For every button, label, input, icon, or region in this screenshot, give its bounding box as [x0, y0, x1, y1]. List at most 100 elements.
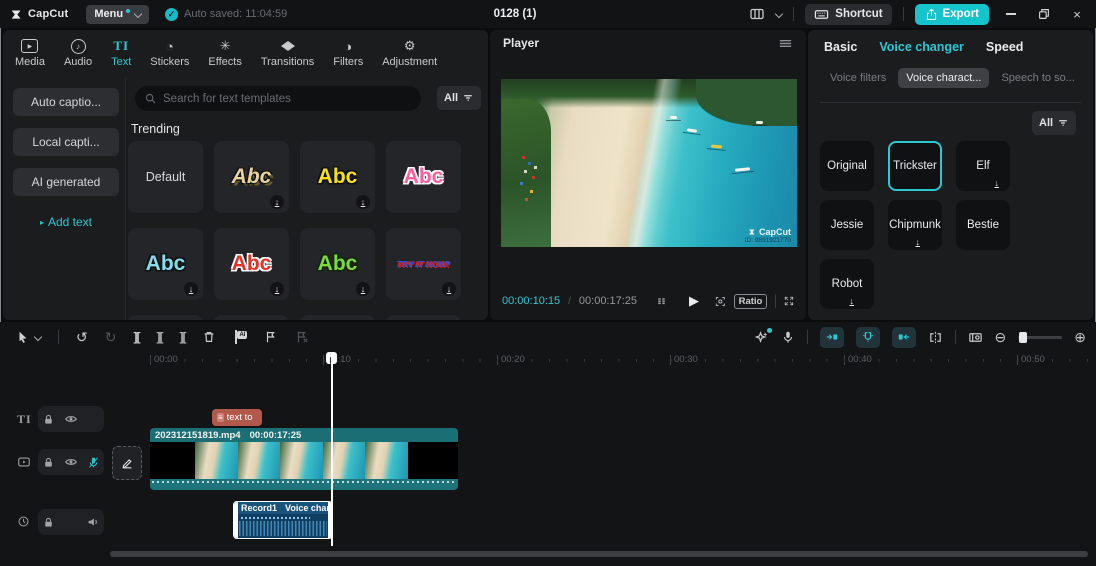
trim-right-icon[interactable]: ][ — [179, 330, 186, 344]
sidebar-item-local-captions[interactable]: Local capti... — [13, 128, 119, 156]
template-filter-all-button[interactable]: All — [437, 86, 482, 110]
marker-flag-icon[interactable] — [264, 330, 278, 344]
eye-icon[interactable] — [64, 412, 78, 426]
search-input[interactable] — [135, 86, 421, 111]
lock-icon[interactable] — [42, 413, 55, 426]
tab-basic[interactable]: Basic — [824, 40, 857, 54]
select-tool-icon[interactable] — [16, 330, 30, 344]
timeline-horizontal-scrollbar[interactable] — [110, 551, 1088, 557]
timeline-zoom-slider[interactable] — [1018, 331, 1063, 343]
speaker-icon[interactable] — [86, 515, 100, 529]
voice-card-robot[interactable]: Robot ↓ — [820, 259, 874, 309]
template-card-clipped[interactable] — [214, 315, 289, 320]
zoom-slider-handle[interactable] — [1019, 331, 1028, 343]
trim-left-icon[interactable]: ][ — [156, 330, 163, 344]
video-clip[interactable]: 202312151819.mp4 00:00:17:25 — [150, 428, 458, 490]
audio-clip-selected[interactable]: Record1 Voice chan — [233, 501, 333, 539]
download-icon[interactable]: ↓ — [184, 282, 198, 296]
template-card[interactable]: Abc ↓ — [214, 228, 289, 300]
ai-marker-icon[interactable]: AI — [233, 330, 248, 344]
mute-icon[interactable] — [87, 456, 100, 469]
shortcut-button[interactable]: Shortcut — [805, 3, 892, 25]
filmstrip-thumbnail — [195, 442, 238, 479]
timeline-preview-icon[interactable] — [968, 330, 983, 345]
download-icon[interactable]: ↓ — [270, 282, 284, 296]
sidebar-item-ai-generated[interactable]: AI generated — [13, 168, 119, 196]
layout-chevron-icon[interactable] — [775, 9, 784, 19]
tab-filters[interactable]: ◑ Filters — [333, 39, 363, 68]
tab-effects[interactable]: ✳ Effects — [208, 38, 241, 68]
eye-icon[interactable] — [64, 455, 78, 469]
play-button[interactable]: ▶ — [689, 293, 699, 309]
split-icon[interactable]: ][ — [133, 330, 140, 344]
frame-by-frame-icon[interactable] — [657, 294, 667, 308]
voice-card-chipmunk[interactable]: Chipmunk ↓ — [888, 200, 942, 250]
template-card-clipped[interactable] — [300, 315, 375, 320]
undo-icon[interactable]: ↺ — [76, 330, 88, 344]
download-icon[interactable]: ↓ — [442, 282, 456, 296]
voice-card-jessie[interactable]: Jessie — [820, 200, 874, 250]
audio-clip-effect: Voice chan — [285, 503, 332, 513]
template-card-clipped[interactable] — [128, 315, 203, 320]
voice-card-bestie[interactable]: Bestie — [956, 200, 1010, 250]
minimize-button[interactable] — [1000, 4, 1022, 24]
download-icon[interactable]: ↓ — [356, 195, 370, 209]
template-card-default[interactable]: Default — [128, 141, 203, 213]
template-card[interactable]: Abc ↓ — [214, 141, 289, 213]
playhead-line[interactable] — [331, 352, 333, 546]
delete-icon[interactable] — [202, 330, 216, 344]
zoom-out-icon[interactable]: ⊖ — [995, 330, 1007, 344]
template-card[interactable]: Abc ↓ — [300, 141, 375, 213]
tab-text[interactable]: TI Text — [111, 38, 131, 68]
record-voiceover-icon[interactable] — [781, 330, 795, 344]
magnetic-snap-toggle[interactable] — [855, 326, 880, 348]
restore-button[interactable] — [1033, 4, 1055, 24]
subtab-voice-characters[interactable]: Voice charact... — [898, 68, 990, 88]
delete-marker-icon[interactable] — [295, 330, 309, 344]
template-card[interactable]: TRY IT NOW! ↓ — [386, 228, 461, 300]
export-button[interactable]: Export — [914, 3, 989, 25]
close-button[interactable]: × — [1066, 4, 1088, 24]
sidebar-item-add-text[interactable]: ▸ Add text — [13, 208, 119, 236]
voice-card-original[interactable]: Original — [820, 141, 874, 191]
subtab-voice-filters[interactable]: Voice filters — [822, 68, 894, 88]
download-icon[interactable]: ↓ — [270, 195, 284, 209]
player-menu-icon[interactable] — [778, 36, 793, 51]
tab-media[interactable]: ▶ Media — [15, 39, 45, 68]
redo-icon[interactable]: ↻ — [105, 330, 117, 344]
ratio-button[interactable]: Ratio — [733, 293, 768, 309]
magic-tools-icon[interactable] — [754, 327, 772, 345]
voice-filter-all-button[interactable]: All — [1032, 111, 1077, 135]
template-card[interactable]: Abc ↓ — [128, 228, 203, 300]
lock-icon[interactable] — [42, 456, 55, 469]
select-tool-chevron-icon[interactable] — [33, 332, 43, 342]
sidebar-item-auto-captions[interactable]: Auto captio... — [13, 88, 119, 116]
sticker-icon: ◔ — [165, 38, 174, 54]
tab-speed[interactable]: Speed — [986, 40, 1024, 54]
download-icon[interactable]: ↓ — [356, 282, 370, 296]
tab-transitions[interactable]: Transitions — [261, 39, 314, 68]
menu-button[interactable]: Menu — [86, 4, 150, 24]
tab-voice-changer[interactable]: Voice changer — [879, 40, 964, 54]
edit-cover-button[interactable] — [112, 446, 142, 480]
text-clip[interactable]: ≡ text to — [212, 409, 262, 426]
lock-icon[interactable] — [42, 516, 55, 529]
voice-card-trickster[interactable]: Trickster — [888, 141, 942, 191]
voice-card-elf[interactable]: Elf ↓ — [956, 141, 1010, 191]
link-clips-toggle[interactable] — [891, 326, 916, 348]
focus-preview-icon[interactable] — [715, 294, 726, 309]
tab-adjustment[interactable]: ⚙ Adjustment — [382, 38, 437, 68]
template-card-clipped[interactable] — [386, 315, 461, 320]
fullscreen-icon[interactable] — [784, 294, 794, 308]
tab-audio[interactable]: ♪ Audio — [64, 38, 92, 68]
video-preview[interactable]: CapCut ID: 9891921770 — [501, 79, 797, 247]
subtab-speech-to-song[interactable]: Speech to so... — [993, 68, 1082, 88]
effects-icon: ✳ — [219, 38, 231, 53]
snap-left-toggle[interactable] — [819, 326, 844, 348]
zoom-in-icon[interactable]: ⊕ — [1074, 330, 1086, 344]
template-card[interactable]: Abc ↓ — [300, 228, 375, 300]
clip-mirror-icon[interactable] — [928, 330, 943, 345]
layout-switch-icon[interactable] — [749, 6, 765, 22]
tab-stickers[interactable]: ◔ Stickers — [150, 39, 189, 68]
template-card[interactable]: Abc — [386, 141, 461, 213]
